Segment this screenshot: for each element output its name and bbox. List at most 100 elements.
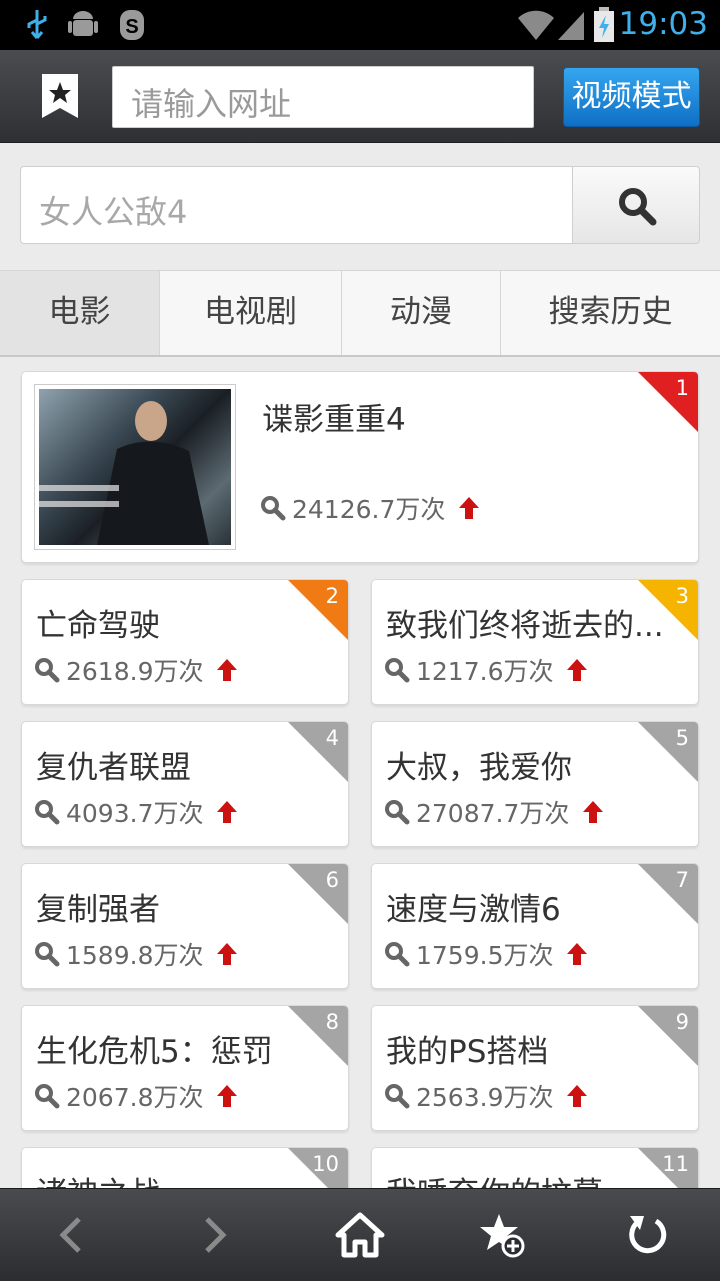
trend-up-icon	[217, 659, 238, 681]
rank-badge	[638, 372, 698, 432]
tab-anime[interactable]: 动漫	[342, 271, 501, 355]
add-favorite-button[interactable]	[452, 1189, 552, 1281]
search-button[interactable]	[572, 166, 700, 244]
refresh-button[interactable]	[598, 1189, 698, 1281]
movie-title: 我的PS搭档	[386, 1034, 549, 1070]
movie-card[interactable]: 致我们终将逝去的... 1217.6万次 3	[371, 579, 699, 705]
movie-card[interactable]: 生化危机5：惩罚 2067.8万次 8	[21, 1005, 349, 1131]
view-count: 2067.8万次	[34, 1078, 243, 1114]
movie-title: 大叔，我爱你	[386, 750, 572, 786]
search-icon	[35, 1084, 60, 1109]
movie-title: 谍影重重4	[262, 402, 406, 438]
tab-search-history[interactable]: 搜索历史	[501, 271, 720, 355]
search-icon	[385, 800, 410, 825]
view-count: 1589.8万次	[34, 936, 243, 972]
usb-icon	[27, 10, 47, 39]
movie-card[interactable]: 复制强者 1589.8万次 6	[21, 863, 349, 989]
trend-up-icon	[567, 659, 588, 681]
search-icon	[385, 658, 410, 683]
rank-number: 10	[312, 1152, 339, 1176]
movie-title: 速度与激情6	[386, 892, 561, 928]
movie-card[interactable]: 速度与激情6 1759.5万次 7	[371, 863, 699, 989]
movie-title: 生化危机5：惩罚	[36, 1034, 273, 1070]
rank-number: 9	[675, 1010, 689, 1034]
svg-text:S: S	[125, 16, 138, 38]
add-favorite-icon	[480, 1214, 525, 1258]
trend-up-icon	[567, 1085, 588, 1107]
view-count: 27087.7万次	[384, 794, 609, 830]
tab-movie[interactable]: 电影	[0, 271, 160, 355]
tab-tv-series[interactable]: 电视剧	[160, 271, 342, 355]
video-search: 女人公敌4	[20, 166, 700, 244]
battery-charging-icon	[594, 7, 614, 42]
rank-number: 5	[675, 726, 689, 750]
trend-up-icon	[567, 943, 588, 965]
movie-card[interactable]: 大叔，我爱你 27087.7万次 5	[371, 721, 699, 847]
view-count: 2618.9万次	[34, 652, 243, 688]
search-icon	[385, 942, 410, 967]
rank-number: 3	[675, 584, 689, 608]
rank-number: 7	[675, 868, 689, 892]
view-count: 2563.9万次	[384, 1078, 593, 1114]
refresh-icon	[629, 1216, 667, 1254]
back-button[interactable]	[20, 1189, 120, 1281]
search-icon	[261, 496, 286, 521]
movie-title: 复制强者	[36, 892, 160, 928]
video-mode-button[interactable]: 视频模式	[563, 67, 700, 127]
forward-icon	[205, 1217, 227, 1253]
view-count: 4093.7万次	[34, 794, 243, 830]
view-count: 1217.6万次	[384, 652, 593, 688]
search-input[interactable]: 女人公敌4	[20, 166, 573, 244]
rank-badge	[288, 864, 348, 924]
movie-title: 复仇者联盟	[36, 750, 191, 786]
rank-badge	[638, 580, 698, 640]
trend-up-icon	[217, 943, 238, 965]
bottom-toolbar	[0, 1188, 720, 1281]
rank-badge	[288, 580, 348, 640]
signal-icon	[558, 12, 584, 40]
home-button[interactable]	[310, 1189, 410, 1281]
search-icon	[35, 800, 60, 825]
bookmark-star-icon	[42, 74, 78, 118]
search-icon	[619, 188, 657, 226]
forward-button[interactable]	[166, 1189, 266, 1281]
bookmark-button[interactable]	[40, 72, 80, 120]
movie-card[interactable]: 亡命驾驶 2618.9万次 2	[21, 579, 349, 705]
rank-badge	[638, 864, 698, 924]
trend-up-icon	[217, 1085, 238, 1107]
rank-number: 8	[325, 1010, 339, 1034]
search-icon	[35, 658, 60, 683]
wifi-icon	[518, 10, 554, 40]
search-icon	[385, 1084, 410, 1109]
rank-badge	[288, 722, 348, 782]
status-bar: S 19:03	[0, 0, 720, 50]
movie-title: 致我们终将逝去的...	[386, 608, 664, 644]
view-count: 1759.5万次	[384, 936, 593, 972]
rank-badge	[638, 722, 698, 782]
home-icon	[335, 1212, 385, 1258]
featured-movie-card[interactable]: 谍影重重4 24126.7万次 1	[21, 371, 699, 563]
movie-poster	[34, 384, 236, 550]
movie-card[interactable]: 我的PS搭档 2563.9万次 9	[371, 1005, 699, 1131]
rank-badge	[638, 1006, 698, 1066]
clock: 19:03	[618, 6, 708, 42]
view-count: 24126.7万次	[260, 490, 485, 526]
category-tabs: 电影 电视剧 动漫 搜索历史	[0, 270, 720, 357]
back-icon	[59, 1217, 81, 1253]
trend-up-icon	[217, 801, 238, 823]
trend-up-icon	[459, 497, 480, 519]
movie-card[interactable]: 复仇者联盟 4093.7万次 4	[21, 721, 349, 847]
search-icon	[35, 942, 60, 967]
trend-up-icon	[583, 801, 604, 823]
rank-number: 11	[662, 1152, 689, 1176]
rank-number: 2	[325, 584, 339, 608]
movie-title: 亡命驾驶	[36, 608, 160, 644]
url-input[interactable]: 请输入网址	[112, 66, 534, 128]
skype-icon: S	[120, 10, 144, 40]
rank-number: 4	[325, 726, 339, 750]
rank-number: 1	[675, 376, 689, 400]
rank-badge	[288, 1006, 348, 1066]
url-bar: 请输入网址 视频模式	[0, 50, 720, 143]
android-debug-icon	[68, 11, 98, 36]
rank-number: 6	[325, 868, 339, 892]
